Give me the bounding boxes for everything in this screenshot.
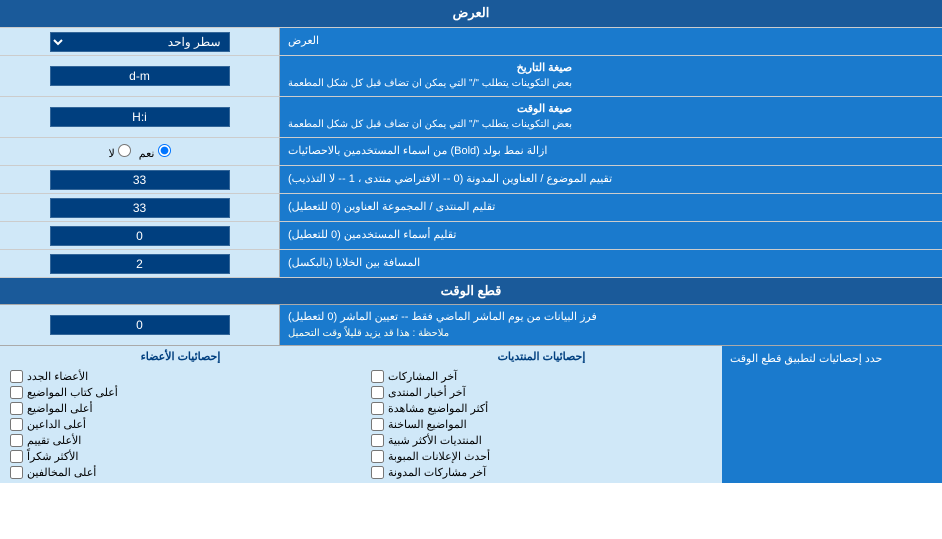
forum-order-row: تقليم المنتدى / المجموعة العناوين (0 للت… <box>0 194 942 222</box>
time-format-input-cell <box>0 97 280 137</box>
date-format-input-cell <box>0 56 280 96</box>
display-type-select[interactable]: سطر واحد سطرين ثلاثة أسطر <box>50 32 230 52</box>
bold-stats-yes-radio[interactable] <box>158 144 171 157</box>
stat-latest-classifieds-checkbox[interactable] <box>371 450 384 463</box>
bold-stats-yes-label: نعم <box>139 144 171 160</box>
topic-order-row: تقييم الموضوع / العناوين المدونة (0 -- ا… <box>0 166 942 194</box>
user-names-row: تقليم أسماء المستخدمين (0 للتعطيل) <box>0 222 942 250</box>
stat-top-topics-checkbox[interactable] <box>10 402 23 415</box>
stat-hot-topics-checkbox[interactable] <box>371 418 384 431</box>
stat-forum-news-checkbox[interactable] <box>371 386 384 399</box>
user-names-label: تقليم أسماء المستخدمين (0 للتعطيل) <box>280 222 942 249</box>
cutoff-input-cell <box>0 305 280 345</box>
time-format-label: صيغة الوقت بعض التكوينات يتطلب "/" التي … <box>280 97 942 137</box>
stat-last-posts: آخر المشاركات <box>371 370 712 383</box>
stat-similar-forums: المنتديات الأكثر شبية <box>371 434 712 447</box>
time-format-row: صيغة الوقت بعض التكوينات يتطلب "/" التي … <box>0 97 942 138</box>
display-type-label: display-type العرض <box>280 28 942 55</box>
cell-spacing-input[interactable] <box>50 254 230 274</box>
main-container: العرض display-type العرض سطر واحد سطرين … <box>0 0 942 483</box>
cell-spacing-row: المسافة بين الخلايا (بالبكسل) <box>0 250 942 278</box>
stat-new-members-checkbox[interactable] <box>10 370 23 383</box>
stat-latest-classifieds: أحدث الإعلانات المبوبة <box>371 450 712 463</box>
stat-top-topics: أعلى المواضيع <box>10 402 351 415</box>
date-format-label: صيغة التاريخ بعض التكوينات يتطلب "/" الت… <box>280 56 942 96</box>
bold-stats-row: ازالة نمط بولد (Bold) من اسماء المستخدمي… <box>0 138 942 166</box>
stat-most-thanked: الأكثر شكراً <box>10 450 351 463</box>
user-names-input[interactable] <box>50 226 230 246</box>
cutoff-section-header: قطع الوقت <box>0 278 942 305</box>
cell-spacing-label: المسافة بين الخلايا (بالبكسل) <box>280 250 942 277</box>
stat-new-members: الأعضاء الجدد <box>10 370 351 383</box>
forum-order-label: تقليم المنتدى / المجموعة العناوين (0 للت… <box>280 194 942 221</box>
topic-order-label: تقييم الموضوع / العناوين المدونة (0 -- ا… <box>280 166 942 193</box>
stat-blog-posts-checkbox[interactable] <box>371 466 384 479</box>
forum-stats-title: إحصائيات المنتديات <box>371 350 712 363</box>
stat-forum-news: آخر أخبار المنتدى <box>371 386 712 399</box>
stat-top-topic-writers-checkbox[interactable] <box>10 386 23 399</box>
forum-order-input[interactable] <box>50 198 230 218</box>
member-stats-col: إحصائيات الأعضاء الأعضاء الجدد أعلى كتاب… <box>0 346 361 483</box>
bold-stats-radio-cell: نعم لا <box>0 138 280 165</box>
stat-last-posts-checkbox[interactable] <box>371 370 384 383</box>
forum-stats-col: إحصائيات المنتديات آخر المشاركات آخر أخب… <box>361 346 722 483</box>
bold-stats-label: ازالة نمط بولد (Bold) من اسماء المستخدمي… <box>280 138 942 165</box>
date-format-row: صيغة التاريخ بعض التكوينات يتطلب "/" الت… <box>0 56 942 97</box>
stat-top-inviters: أعلى الداعين <box>10 418 351 431</box>
stat-highest-rated-checkbox[interactable] <box>10 434 23 447</box>
topic-order-input-cell <box>0 166 280 193</box>
display-type-input-cell: سطر واحد سطرين ثلاثة أسطر <box>0 28 280 55</box>
stat-top-violators: أعلى المخالفين <box>10 466 351 479</box>
stat-top-topic-writers: أعلى كتاب المواضيع <box>10 386 351 399</box>
cutoff-label: فرز البيانات من يوم الماشر الماضي فقط --… <box>280 305 942 345</box>
stat-top-violators-checkbox[interactable] <box>10 466 23 479</box>
stats-checkboxes-area: إحصائيات المنتديات آخر المشاركات آخر أخب… <box>0 346 722 483</box>
stats-limit-label: حدد إحصائيات لتطبيق قطع الوقت <box>722 346 942 483</box>
cutoff-row: فرز البيانات من يوم الماشر الماضي فقط --… <box>0 305 942 346</box>
stat-most-viewed-checkbox[interactable] <box>371 402 384 415</box>
date-format-input[interactable] <box>50 66 230 86</box>
stat-blog-posts: آخر مشاركات المدونة <box>371 466 712 479</box>
time-format-input[interactable] <box>50 107 230 127</box>
stat-hot-topics: المواضيع الساخنة <box>371 418 712 431</box>
cutoff-input[interactable] <box>50 315 230 335</box>
stat-top-inviters-checkbox[interactable] <box>10 418 23 431</box>
display-type-row: display-type العرض سطر واحد سطرين ثلاثة … <box>0 28 942 56</box>
stats-bottom-row: حدد إحصائيات لتطبيق قطع الوقت إحصائيات ا… <box>0 346 942 483</box>
member-stats-title: إحصائيات الأعضاء <box>10 350 351 363</box>
forum-order-input-cell <box>0 194 280 221</box>
user-names-input-cell <box>0 222 280 249</box>
topic-order-input[interactable] <box>50 170 230 190</box>
page-title: العرض <box>0 0 942 27</box>
header-row: العرض <box>0 0 942 28</box>
stat-highest-rated: الأعلى تقييم <box>10 434 351 447</box>
stat-most-viewed: أكثر المواضيع مشاهدة <box>371 402 712 415</box>
bold-stats-no-label: لا <box>108 144 130 160</box>
stat-most-thanked-checkbox[interactable] <box>10 450 23 463</box>
stat-similar-forums-checkbox[interactable] <box>371 434 384 447</box>
bold-stats-no-radio[interactable] <box>118 144 131 157</box>
cell-spacing-input-cell <box>0 250 280 277</box>
